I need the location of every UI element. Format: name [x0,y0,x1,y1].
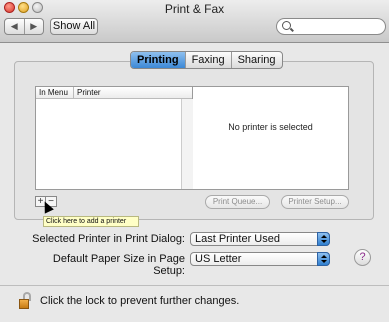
search-input[interactable] [297,20,381,33]
footer-divider [0,285,389,286]
printer-list[interactable]: In Menu Printer [35,86,193,190]
print-queue-button[interactable]: Print Queue... [205,195,270,209]
forward-arrow-icon[interactable]: ▶ [25,19,44,34]
back-arrow-icon[interactable]: ◀ [5,19,25,34]
popup-arrows-icon [317,252,330,266]
column-in-menu[interactable]: In Menu [39,87,68,98]
paper-size-label: Default Paper Size in Page Setup: [52,253,185,277]
lock-message: Click the lock to prevent further change… [40,295,240,307]
show-all-button[interactable]: Show All [50,18,98,35]
tab-bar: Printing Faxing Sharing [130,51,283,69]
popup-arrows-icon [317,232,330,246]
no-printer-message: No printer is selected [228,122,313,132]
help-button[interactable]: ? [354,249,371,266]
lock-body [19,299,29,309]
tab-sharing[interactable]: Sharing [232,52,282,68]
tab-faxing[interactable]: Faxing [186,52,232,68]
add-printer-tooltip: Click here to add a printer [43,216,139,227]
paper-size-value: US Letter [195,253,242,265]
column-printer[interactable]: Printer [73,87,101,98]
search-field[interactable] [276,18,386,35]
printer-detail-pane: No printer is selected [193,86,349,190]
paper-size-popup[interactable]: US Letter [190,252,330,266]
window-title: Print & Fax [164,2,225,16]
selected-printer-value: Last Printer Used [195,233,280,245]
back-forward-control[interactable]: ◀ ▶ [4,18,44,35]
printer-list-scrollbar[interactable] [181,99,193,189]
tab-printing[interactable]: Printing [131,52,186,68]
printer-list-header: In Menu Printer [36,87,192,99]
selected-printer-popup[interactable]: Last Printer Used [190,232,330,246]
search-icon [282,21,291,30]
printer-setup-button[interactable]: Printer Setup... [281,195,349,209]
lock-icon[interactable] [19,292,33,309]
selected-printer-label: Selected Printer in Print Dialog: [32,233,185,245]
title-bar: Print & Fax ◀ ▶ Show All [0,0,389,43]
